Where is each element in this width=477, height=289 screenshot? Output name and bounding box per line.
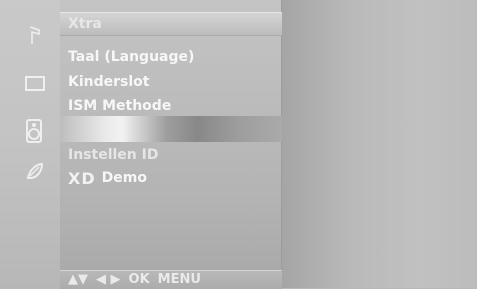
screen-icon[interactable] [25,76,45,91]
menu-item-xd-demo[interactable]: XD Demo [68,168,147,188]
menu-item-taal[interactable]: Taal (Language) [68,49,194,65]
menu-title: Xtra [68,16,102,32]
xd-logo: XD [68,168,96,188]
menu-label: MENU [157,271,201,287]
music-note-icon[interactable] [26,24,42,48]
speaker-icon[interactable] [25,114,43,144]
ok-label: OK [128,271,150,287]
menu-item-kinderslot[interactable]: Kinderslot [68,74,149,90]
menu-item-instellen-id[interactable]: Instellen ID [68,147,158,163]
selected-menu-item[interactable] [60,116,282,142]
nav-hints: ▲▼ ◀ ▶ OK MENU [68,271,201,287]
menu-title-bar: Xtra [60,12,282,36]
menu-panel [60,0,282,288]
up-down-arrows-icon: ▲▼ [68,271,88,287]
leaf-icon[interactable] [24,160,46,182]
background-panel [282,0,477,288]
menu-item-ism-methode[interactable]: ISM Methode [68,98,171,114]
left-right-arrows-icon: ◀ ▶ [96,271,121,287]
xd-demo-label: Demo [101,170,147,186]
